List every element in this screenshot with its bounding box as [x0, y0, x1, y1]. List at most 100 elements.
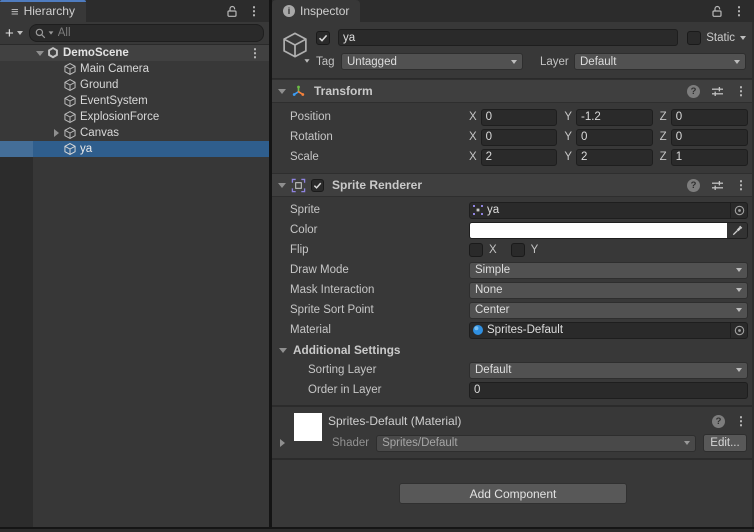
hierarchy-item-label: DemoScene [63, 47, 129, 59]
help-icon[interactable]: ? [687, 84, 700, 98]
transform-header[interactable]: Transform ? ⋮ [272, 79, 754, 103]
kebab-menu-icon[interactable]: ⋮ [248, 5, 260, 17]
help-icon[interactable]: ? [687, 178, 700, 192]
sprite-renderer-header[interactable]: Sprite Renderer ? ⋮ [272, 173, 754, 197]
static-dropdown-icon[interactable] [740, 35, 746, 40]
help-icon[interactable]: ? [712, 414, 725, 428]
material-preview-thumbnail[interactable] [294, 413, 322, 441]
position-y-input[interactable] [576, 108, 653, 126]
hierarchy-item-label: Canvas [80, 127, 119, 139]
gameobject-name-input[interactable] [338, 29, 679, 46]
hierarchy-item-demoscene[interactable]: DemoScene ⋮ [0, 45, 269, 61]
gameobject-header: Static Tag Untagged Layer Default [272, 22, 754, 79]
plus-icon: + [5, 24, 14, 42]
scale-z-input[interactable] [670, 148, 748, 166]
add-component-button[interactable]: Add Component [399, 483, 627, 504]
kebab-menu-icon[interactable]: ⋮ [735, 415, 747, 427]
info-icon: i [283, 5, 295, 17]
scale-x-input[interactable] [480, 148, 558, 166]
hierarchy-item-label: Ground [80, 79, 119, 91]
rotation-label: Rotation [290, 131, 333, 143]
gameobject-icon[interactable] [280, 30, 310, 60]
static-checkbox[interactable] [687, 30, 702, 45]
component-enabled-checkbox[interactable] [311, 178, 324, 192]
z-axis-label: Z [659, 151, 667, 163]
sorting-layer-value: Default [475, 364, 512, 376]
scale-y-input[interactable] [576, 148, 653, 166]
kebab-menu-icon[interactable]: ⋮ [735, 179, 747, 191]
foldout-open-icon[interactable] [279, 347, 287, 353]
color-swatch[interactable] [470, 222, 727, 238]
sorting-layer-dropdown[interactable]: Default [469, 361, 748, 379]
shader-dropdown[interactable]: Sprites/Default [376, 434, 696, 452]
additional-settings-foldout[interactable]: Additional Settings [272, 340, 754, 360]
foldout-open-icon[interactable] [35, 50, 44, 56]
kebab-menu-icon[interactable]: ⋮ [735, 85, 747, 97]
search-field[interactable] [28, 24, 264, 42]
hierarchy-item-canvas[interactable]: Canvas [0, 125, 269, 141]
lock-icon[interactable] [711, 5, 723, 18]
draw-mode-dropdown[interactable]: Simple [469, 261, 748, 279]
presets-icon[interactable] [711, 179, 724, 192]
sprite-sort-point-value: Center [475, 304, 510, 316]
position-x-input[interactable] [480, 108, 558, 126]
material-object-field[interactable]: Sprites-Default [469, 321, 748, 339]
unity-editor-window: ≡ Hierarchy ⋮ + All DemoScene ⋮ Main Cam… [0, 0, 754, 532]
hierarchy-panel: ≡ Hierarchy ⋮ + All DemoScene ⋮ Main Cam… [0, 0, 269, 532]
scene-kebab-icon[interactable]: ⋮ [249, 47, 261, 59]
hierarchy-item-ya[interactable]: ya [0, 141, 269, 157]
search-input[interactable] [55, 26, 257, 40]
flip-label: Flip [290, 244, 309, 256]
gameobject-cube-icon [64, 127, 76, 139]
presets-icon[interactable] [711, 85, 724, 98]
tab-inspector-label: Inspector [300, 4, 350, 18]
flip-row: Flip X Y [272, 240, 754, 260]
gameobject-icon-chevron-icon[interactable] [304, 59, 310, 63]
rotation-x-input[interactable] [480, 128, 558, 146]
y-axis-label: Y [564, 131, 572, 143]
hierarchy-item-explosionforce[interactable]: ExplosionForce [0, 109, 269, 125]
lock-icon[interactable] [226, 5, 238, 18]
tag-dropdown[interactable]: Untagged [341, 53, 523, 70]
hierarchy-item-main-camera[interactable]: Main Camera [0, 61, 269, 77]
draw-mode-row: Draw Mode Simple [272, 260, 754, 280]
kebab-menu-icon[interactable]: ⋮ [733, 5, 745, 17]
rotation-z-input[interactable] [670, 128, 748, 146]
foldout-closed-icon[interactable] [279, 439, 285, 447]
color-label: Color [290, 224, 318, 236]
mask-interaction-dropdown[interactable]: None [469, 281, 748, 299]
transform-title: Transform [314, 84, 373, 98]
search-filter-chevron-icon[interactable] [48, 31, 54, 35]
layer-dropdown[interactable]: Default [574, 53, 746, 70]
object-picker-icon[interactable] [730, 202, 747, 218]
flip-x-checkbox[interactable] [469, 243, 483, 257]
tabbar-spacer [86, 0, 226, 22]
sprite-object-field[interactable]: ya [469, 201, 748, 219]
sprite-sort-point-label: Sprite Sort Point [290, 304, 374, 316]
foldout-closed-icon[interactable] [54, 129, 59, 137]
order-in-layer-label: Order in Layer [308, 384, 382, 396]
color-field[interactable] [469, 221, 748, 239]
transform-body: Position X Y Z Rotation X Y Z Scale X [272, 103, 754, 173]
sprite-sort-point-dropdown[interactable]: Center [469, 301, 748, 319]
hierarchy-item-eventsystem[interactable]: EventSystem [0, 93, 269, 109]
add-component-area: Add Component [272, 460, 754, 532]
active-checkbox[interactable] [316, 30, 330, 45]
hierarchy-item-ground[interactable]: Ground [0, 77, 269, 93]
y-axis-label: Y [564, 111, 572, 123]
order-in-layer-input[interactable] [469, 381, 748, 399]
foldout-open-icon[interactable] [278, 88, 286, 94]
rotation-y-input[interactable] [576, 128, 653, 146]
position-z-input[interactable] [670, 108, 748, 126]
tab-hierarchy[interactable]: ≡ Hierarchy [0, 0, 86, 22]
position-label: Position [290, 111, 331, 123]
edit-shader-button[interactable]: Edit... [703, 434, 747, 452]
chevron-down-icon [736, 368, 742, 372]
create-object-button[interactable]: + [5, 26, 23, 41]
tab-inspector[interactable]: i Inspector [272, 0, 361, 22]
object-picker-icon[interactable] [730, 322, 747, 338]
hierarchy-item-label: Main Camera [80, 63, 150, 75]
foldout-open-icon[interactable] [278, 182, 286, 188]
flip-y-checkbox[interactable] [510, 243, 525, 257]
eyedropper-icon[interactable] [727, 222, 747, 238]
